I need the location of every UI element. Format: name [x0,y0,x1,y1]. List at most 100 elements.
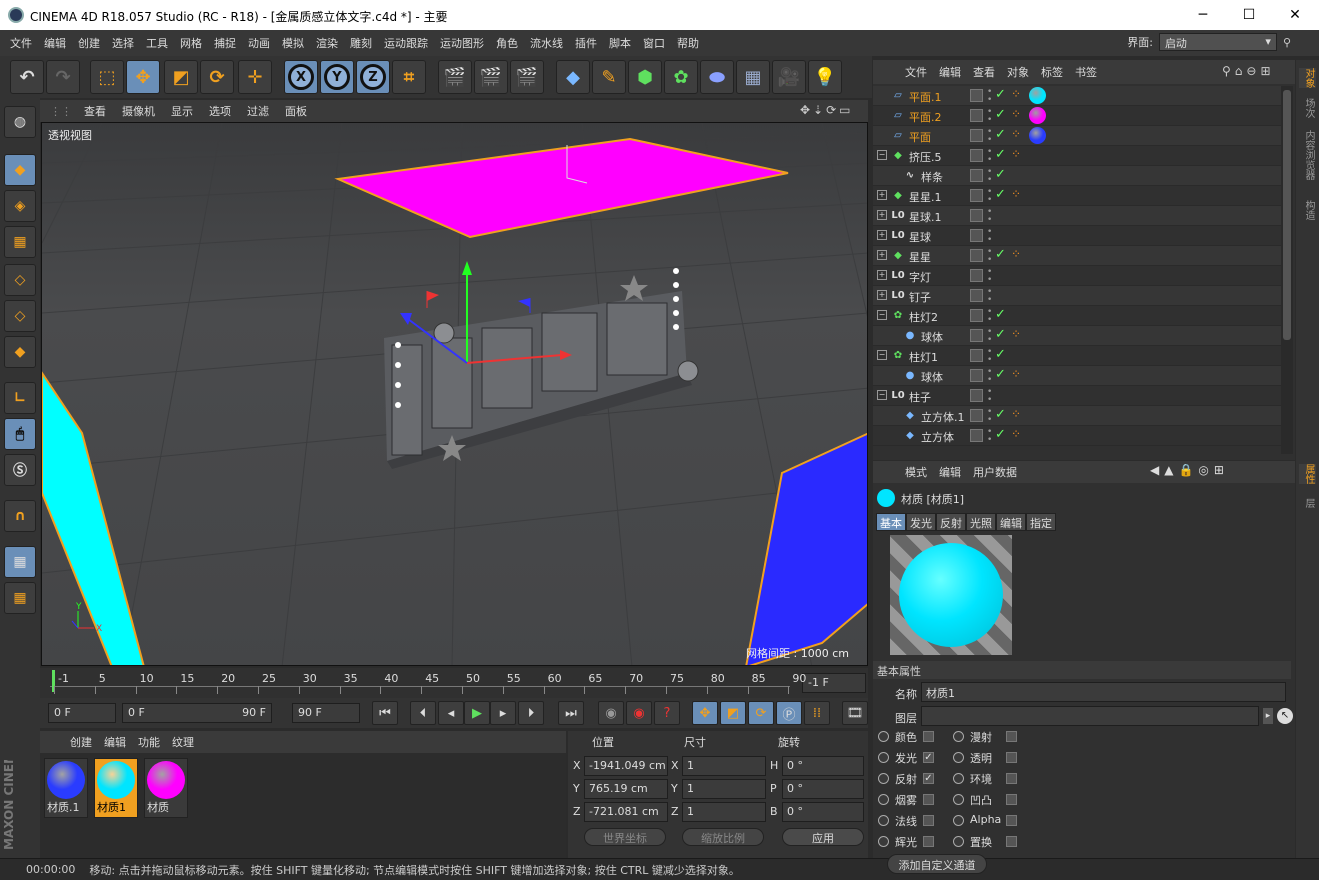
next-key-icon[interactable]: ⏵ [518,701,544,725]
points-mode-icon[interactable]: ◇ [4,264,36,296]
camera-icon[interactable]: 🎥 [772,60,806,94]
menu-item[interactable]: 选择 [106,35,140,51]
visibility-dots[interactable]: • • [987,348,992,365]
key-parameter-icon[interactable]: Ⓟ [776,701,802,725]
go-to-start-icon[interactable]: ⏮ [372,701,398,725]
channel-radio[interactable] [953,794,964,805]
object-row[interactable]: ● 球体 • • ✓ ⁘ [873,366,1281,386]
channel-checkbox[interactable] [923,815,934,826]
channel-radio[interactable] [953,773,964,784]
channel-radio[interactable] [878,836,889,847]
object-name[interactable]: 星球.1 [909,209,942,225]
object-name[interactable]: 球体 [921,329,943,345]
visibility-dots[interactable]: • • [987,168,992,185]
timeline-ruler[interactable]: -1 F -1 5 10 15 20 25 30 35 40 45 50 55 60 65 70 75 80 85… [40,668,868,698]
visibility-dots[interactable]: • • [987,88,992,105]
attribute-tab[interactable]: 反射 [936,513,966,531]
attribute-tab[interactable]: 发光 [906,513,936,531]
enabled-check-icon[interactable]: ✓ [995,247,1006,262]
channel-radio[interactable] [878,773,889,784]
channel-radio[interactable] [878,752,889,763]
panel-tab[interactable]: 对象 [1299,68,1316,88]
panel-tab[interactable]: 层 [1299,498,1316,508]
layout-dropdown[interactable]: 启动 ▾ [1158,33,1277,51]
layer-swatch[interactable] [970,89,983,102]
channel-checkbox[interactable]: ✓ [923,773,934,784]
attribute-menu-item[interactable]: 用户数据 [967,464,1023,480]
channel-checkbox[interactable] [1006,731,1017,742]
visibility-dots[interactable]: • • [987,248,992,265]
material-menu-item[interactable]: 纹理 [166,734,200,750]
add-custom-channel-button[interactable]: 添加自定义通道 [887,854,987,874]
visibility-dots[interactable]: • • [987,368,992,385]
polygons-mode-icon[interactable]: ◆ [4,336,36,368]
previous-frame-icon[interactable]: ◂ [438,701,464,725]
enabled-check-icon[interactable]: ✓ [995,107,1006,122]
material-tag-icon[interactable] [1029,87,1046,104]
menu-item[interactable]: 帮助 [671,35,705,51]
phong-tag-icon[interactable]: ⁘ [1011,87,1025,101]
layer-arrow-icon[interactable]: ▸ [1263,708,1273,724]
layer-swatch[interactable] [970,429,983,442]
visibility-dots[interactable]: • • [987,268,992,285]
menu-item[interactable]: 角色 [490,35,524,51]
live-select-icon[interactable]: ⬚ [90,60,124,94]
key-pla-icon[interactable]: ⁞⁞ [804,701,830,725]
enabled-check-icon[interactable]: ✓ [995,367,1006,382]
layer-swatch[interactable] [970,389,983,402]
menu-item[interactable]: 工具 [140,35,174,51]
redo-icon[interactable]: ↷ [46,60,80,94]
enabled-check-icon[interactable]: ✓ [995,347,1006,362]
material-menu-item[interactable]: 创建 [64,734,98,750]
enabled-check-icon[interactable]: ✓ [995,87,1006,102]
object-row[interactable]: + ◆ 星星.1 • • ✓ ⁘ [873,186,1281,206]
menu-item[interactable]: 运动跟踪 [378,35,434,51]
object-name[interactable]: 钉子 [909,289,931,305]
channel-radio[interactable] [953,752,964,763]
layer-swatch[interactable] [970,289,983,302]
layer-swatch[interactable] [970,149,983,162]
expand-icon[interactable]: + [877,250,887,260]
object-name[interactable]: 球体 [921,369,943,385]
render-picture-viewer-icon[interactable]: 🎬 [474,60,508,94]
object-name[interactable]: 柱灯1 [909,349,938,365]
visibility-dots[interactable]: • • [987,428,992,445]
channel-radio[interactable] [953,836,964,847]
phong-tag-icon[interactable]: ⁘ [1011,127,1025,141]
enabled-check-icon[interactable]: ✓ [995,427,1006,442]
texture-mode-icon[interactable]: ◈ [4,190,36,222]
enabled-check-icon[interactable]: ✓ [995,407,1006,422]
phong-tag-icon[interactable]: ⁘ [1011,107,1025,121]
maximize-button[interactable]: ☐ [1226,0,1272,30]
current-frame-field[interactable]: -1 F [802,673,866,693]
perspective-viewport[interactable]: Y X 透视视图 网格间距 : 1000 cm [41,122,868,666]
phong-tag-icon[interactable]: ⁘ [1011,427,1025,441]
floor-icon[interactable]: ▦ [736,60,770,94]
render-settings-icon[interactable]: 🎬 [510,60,544,94]
attribute-tab[interactable]: 光照 [966,513,996,531]
viewport-menu-item[interactable]: 选项 [201,103,239,119]
visibility-dots[interactable]: • • [987,228,992,245]
scale-dropdown[interactable]: 缩放比例 [682,828,764,846]
collapse-icon[interactable]: − [877,150,887,160]
viewport-menu-item[interactable]: 过滤 [239,103,277,119]
key-scale-icon[interactable]: ◩ [720,701,746,725]
phong-tag-icon[interactable]: ⁘ [1011,407,1025,421]
undo-icon[interactable]: ↶ [10,60,44,94]
object-row[interactable]: + ◆ 星星 • • ✓ ⁘ [873,246,1281,266]
search-icon[interactable]: ⚲ [1283,36,1291,49]
panel-tab[interactable]: 内容浏览器 [1299,130,1316,180]
lock-workplane-icon[interactable]: ▦ [4,546,36,578]
object-name[interactable]: 挤压.5 [909,149,942,165]
viewport-nav-icons[interactable]: ✥⇣⟳▭ [800,103,854,117]
phong-tag-icon[interactable]: ⁘ [1011,187,1025,201]
object-row[interactable]: + L0 钉子 • • [873,286,1281,306]
layer-field[interactable] [921,706,1259,726]
material-swatch[interactable]: 材质1 [94,758,138,818]
position-field[interactable]: -1941.049 cm [584,756,668,776]
object-name[interactable]: 柱灯2 [909,309,938,325]
channel-checkbox[interactable] [1006,752,1017,763]
expand-icon[interactable]: + [877,290,887,300]
material-swatch[interactable]: 材质.1 [44,758,88,818]
workplane-mode-icon[interactable]: ▦ [4,226,36,258]
